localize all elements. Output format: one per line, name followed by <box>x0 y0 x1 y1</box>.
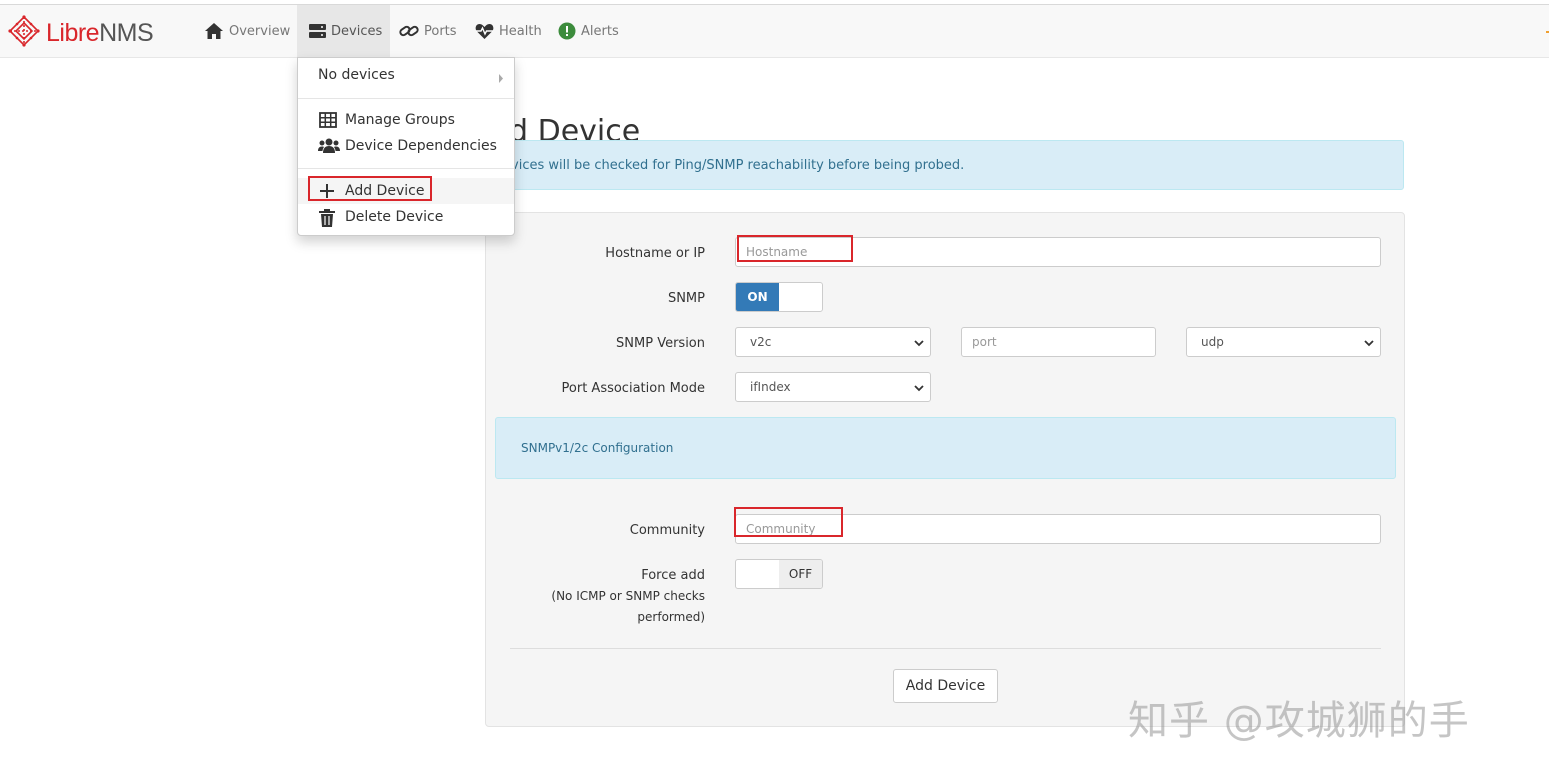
nav-alerts[interactable]: Alerts <box>558 5 619 57</box>
chevron-down-icon <box>1363 337 1375 352</box>
hostname-input[interactable]: Hostname <box>735 237 1381 267</box>
port-association-label: Port Association Mode <box>561 381 705 396</box>
menu-delete-device[interactable]: Delete Device <box>298 204 514 230</box>
chevron-down-icon <box>913 382 925 397</box>
port-association-select[interactable]: ifIndex <box>735 372 931 402</box>
snmp-label: SNMP <box>667 291 705 306</box>
menu-device-dependencies-label: Device Dependencies <box>345 138 497 154</box>
nav-health-label: Health <box>499 23 542 39</box>
community-label: Community <box>629 523 705 538</box>
menu-manage-groups-label: Manage Groups <box>345 112 455 128</box>
nav-ports[interactable]: Ports <box>399 5 457 57</box>
add-device-submit-button[interactable]: Add Device <box>893 669 998 703</box>
menu-manage-groups[interactable]: Manage Groups <box>298 107 514 133</box>
hostname-label: Hostname or IP <box>605 246 705 261</box>
menu-no-devices[interactable]: No devices <box>298 62 514 88</box>
port-association-value: ifIndex <box>750 380 791 394</box>
community-placeholder: Community <box>746 522 816 536</box>
menu-delete-device-label: Delete Device <box>345 209 444 225</box>
force-add-toggle-off: OFF <box>779 560 822 588</box>
reachability-info-alert: Devices will be checked for Ping/SNMP re… <box>486 140 1404 190</box>
snmp-toggle-on: ON <box>736 283 779 311</box>
menu-add-device[interactable]: Add Device <box>298 178 514 204</box>
menu-add-device-label: Add Device <box>345 183 425 199</box>
chevron-down-icon <box>913 337 925 352</box>
force-add-note-2: performed) <box>637 610 705 624</box>
brand-suffix: NMS <box>99 18 154 47</box>
port-placeholder: port <box>972 335 997 349</box>
transport-value: udp <box>1201 335 1224 349</box>
nav-devices[interactable]: Devices <box>297 5 390 57</box>
transport-select[interactable]: udp <box>1186 327 1381 357</box>
devices-dropdown-menu: No devices Manage Groups Device Dependen… <box>297 57 515 236</box>
nav-overview[interactable]: Overview <box>204 5 290 57</box>
nav-alerts-label: Alerts <box>581 23 619 39</box>
watermark: 知乎 @攻城狮的手 <box>1128 698 1470 744</box>
snmp-toggle[interactable]: ON <box>735 282 823 312</box>
nav-ports-label: Ports <box>424 23 457 39</box>
brand-name: LibreNMS <box>46 18 154 48</box>
menu-no-devices-label: No devices <box>318 67 395 83</box>
trash-icon <box>319 209 335 231</box>
alert-circle-icon <box>558 22 576 40</box>
community-input[interactable]: Community <box>735 514 1381 544</box>
nav-devices-label: Devices <box>331 23 383 39</box>
form-divider <box>510 648 1381 649</box>
home-icon <box>204 22 224 40</box>
snmp-config-heading: SNMPv1/2c Configuration <box>495 417 1396 479</box>
port-input[interactable]: port <box>961 327 1156 357</box>
nav-overview-label: Overview <box>229 23 291 39</box>
users-icon <box>318 138 340 158</box>
navbar: LibreNMS Overview Devices Ports Health A… <box>0 5 1549 58</box>
menu-device-dependencies[interactable]: Device Dependencies <box>298 133 514 159</box>
plus-icon <box>319 183 335 203</box>
caret-right-icon <box>498 71 504 87</box>
snmp-version-value: v2c <box>750 335 772 349</box>
heartbeat-icon <box>475 23 494 40</box>
hostname-placeholder: Hostname <box>746 245 808 259</box>
snmp-version-select[interactable]: v2c <box>735 327 931 357</box>
librenms-logo-icon <box>8 15 40 51</box>
link-icon <box>399 23 419 39</box>
brand-prefix: Libre <box>46 18 100 47</box>
menu-divider <box>298 168 514 169</box>
server-icon <box>309 23 326 39</box>
snmp-version-label: SNMP Version <box>616 336 705 351</box>
force-add-note-1: (No ICMP or SNMP checks <box>551 589 705 603</box>
force-add-label: Force add <box>641 568 705 583</box>
force-add-toggle[interactable]: OFF <box>735 559 823 589</box>
table-icon <box>319 112 337 132</box>
librenms-logo[interactable]: LibreNMS <box>8 15 154 51</box>
nav-health[interactable]: Health <box>475 5 542 57</box>
menu-divider <box>298 98 514 99</box>
